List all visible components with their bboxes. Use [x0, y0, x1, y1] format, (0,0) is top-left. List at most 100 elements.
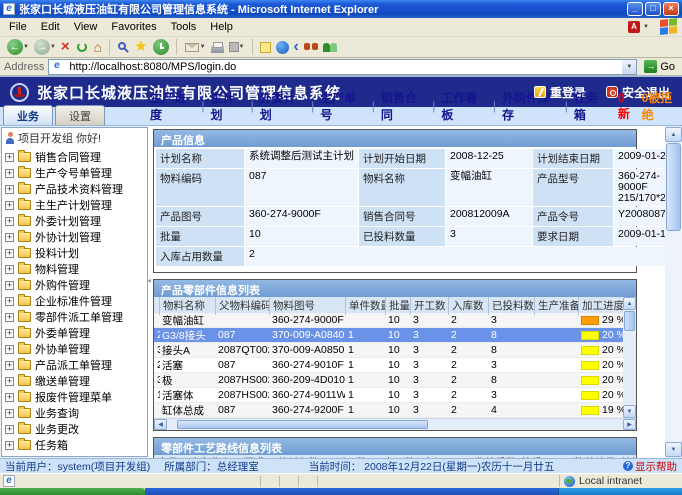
dropdown-caret-icon[interactable] [23, 44, 29, 50]
go-button[interactable]: Go [641, 60, 678, 73]
sidebar-item-14[interactable]: 缴送单管理 [2, 373, 147, 389]
expander-plus-icon[interactable] [5, 345, 14, 354]
sidebar-item-8[interactable]: 外购件管理 [2, 277, 147, 293]
notes-button[interactable] [258, 37, 273, 57]
expander-plus-icon[interactable] [5, 281, 14, 290]
scroll-thumb[interactable] [177, 420, 428, 429]
scroll-down-icon[interactable] [623, 405, 636, 418]
expander-plus-icon[interactable] [5, 329, 14, 338]
menu-item-0[interactable]: File [2, 19, 34, 35]
expander-plus-icon[interactable] [5, 185, 14, 194]
print-button[interactable] [209, 37, 226, 57]
sidebar-item-1[interactable]: 生产令号单管理 [2, 165, 147, 181]
maximize-button[interactable]: □ [645, 2, 661, 16]
refresh-button[interactable] [73, 37, 91, 57]
menu-item-2[interactable]: View [67, 19, 105, 35]
nav-item-6[interactable]: 外购件库存 [502, 89, 559, 123]
minimize-button[interactable]: _ [627, 2, 643, 16]
expander-plus-icon[interactable] [5, 217, 14, 226]
home-button[interactable]: ⌂ [92, 37, 104, 57]
sidebar-item-11[interactable]: 外委单管理 [2, 325, 147, 341]
sidebar-item-2[interactable]: 产品技术资料管理 [2, 181, 147, 197]
badge-new-tasks[interactable]: 0新 [618, 91, 636, 122]
back-button[interactable]: ← [5, 37, 31, 57]
nav-item-2[interactable]: 外委计划 [260, 89, 305, 123]
menu-item-3[interactable]: Favorites [104, 19, 163, 35]
sidebar-item-16[interactable]: 业务查询 [2, 405, 147, 421]
tab-business[interactable]: 业务 [3, 105, 53, 125]
table-row[interactable]: 缸体总成087360-274-9200F11032419 % [154, 403, 623, 418]
table-row[interactable]: 1活塞体2087HS002360-274-9011W11032320 % [154, 388, 623, 403]
sidebar-item-13[interactable]: 产品派工单管理 [2, 357, 147, 373]
badge-rejected-tasks[interactable]: 0被拒绝 [642, 89, 682, 123]
scroll-thumb[interactable] [624, 311, 635, 331]
sidebar-item-15[interactable]: 报废件管理菜单 [2, 389, 147, 405]
expander-plus-icon[interactable] [5, 153, 14, 162]
expander-plus-icon[interactable] [5, 201, 14, 210]
msn-button[interactable] [274, 37, 291, 57]
address-input[interactable]: e http://localhost:8080/MPS/login.do [48, 59, 623, 75]
sidebar-item-5[interactable]: 外协计划管理 [2, 229, 147, 245]
sidebar-item-6[interactable]: 投料计划 [2, 245, 147, 261]
expander-plus-icon[interactable] [5, 233, 14, 242]
favorites-button[interactable]: ★ [132, 37, 149, 57]
table-row[interactable]: 3接头A2087QT002370-009-A085011032820 % [154, 343, 623, 358]
table-row[interactable]: 2G3/8接头087370-009-A084011032820 % [154, 328, 623, 343]
forward-button[interactable]: → [32, 37, 58, 57]
address-dropdown-button[interactable] [622, 59, 637, 75]
sidebar-collapse-handle[interactable]: ◂ [147, 276, 151, 285]
menu-item-5[interactable]: Help [203, 19, 240, 35]
close-button[interactable]: × [663, 2, 679, 16]
expander-plus-icon[interactable] [5, 425, 14, 434]
sidebar-item-10[interactable]: 零部件派工单管理 [2, 309, 147, 325]
sidebar-item-3[interactable]: 主生产计划管理 [2, 197, 147, 213]
parts-horizontal-scrollbar[interactable] [154, 418, 636, 430]
stop-button[interactable]: × [59, 37, 72, 57]
menu-item-4[interactable]: Tools [164, 19, 204, 35]
dropdown-caret-icon[interactable] [643, 24, 649, 30]
table-row[interactable]: 3极2087HS002360-209-4D01011032820 % [154, 373, 623, 388]
table-row[interactable]: 2活塞087360-274-9010F11032320 % [154, 358, 623, 373]
start-button[interactable] [0, 488, 145, 495]
expander-plus-icon[interactable] [5, 409, 14, 418]
dropdown-caret-icon[interactable] [50, 44, 56, 50]
sidebar-item-17[interactable]: 业务更改 [2, 421, 147, 437]
sidebar-item-0[interactable]: 销售合同管理 [2, 149, 147, 165]
main-vertical-scrollbar[interactable] [665, 127, 682, 457]
dropdown-caret-icon[interactable] [200, 44, 206, 50]
dropdown-caret-icon[interactable] [239, 44, 245, 50]
sidebar-item-9[interactable]: 企业标准件管理 [2, 293, 147, 309]
tab-settings[interactable]: 设置 [55, 105, 105, 125]
expander-plus-icon[interactable] [5, 265, 14, 274]
table-row[interactable]: 变幅油缸360-274-9000F1032329 % [154, 313, 623, 328]
search-button[interactable] [115, 37, 131, 57]
nav-item-3[interactable]: 生产单号 [320, 89, 365, 123]
expander-plus-icon[interactable] [5, 361, 14, 370]
expander-plus-icon[interactable] [5, 441, 14, 450]
scroll-right-icon[interactable] [623, 419, 636, 430]
expander-plus-icon[interactable] [5, 393, 14, 402]
menu-item-1[interactable]: Edit [34, 19, 67, 35]
sidebar-item-18[interactable]: 任务箱 [2, 437, 147, 453]
wing-button[interactable]: ‹ [292, 37, 301, 57]
show-help-link[interactable]: 显示帮助 [623, 459, 677, 474]
history-button[interactable] [151, 37, 171, 57]
scroll-up-icon[interactable] [623, 297, 636, 310]
sidebar-item-4[interactable]: 外委计划管理 [2, 213, 147, 229]
adobe-pdf-icon[interactable]: A [628, 21, 640, 33]
expander-plus-icon[interactable] [5, 313, 14, 322]
nav-item-0[interactable]: 生产进度 [150, 89, 195, 123]
edit-button[interactable] [227, 37, 247, 57]
expander-plus-icon[interactable] [5, 297, 14, 306]
parts-vertical-scrollbar[interactable] [623, 297, 636, 418]
scroll-down-icon[interactable] [665, 442, 682, 457]
nav-item-5[interactable]: 工作看板 [441, 89, 486, 123]
expander-plus-icon[interactable] [5, 169, 14, 178]
scroll-left-icon[interactable] [154, 419, 167, 430]
scroll-thumb[interactable] [666, 143, 681, 231]
mail-button[interactable] [182, 37, 208, 57]
nav-item-7[interactable]: 任务箱 [574, 89, 608, 123]
sidebar-item-12[interactable]: 外协单管理 [2, 341, 147, 357]
expander-plus-icon[interactable] [5, 377, 14, 386]
find-button[interactable] [302, 37, 320, 57]
